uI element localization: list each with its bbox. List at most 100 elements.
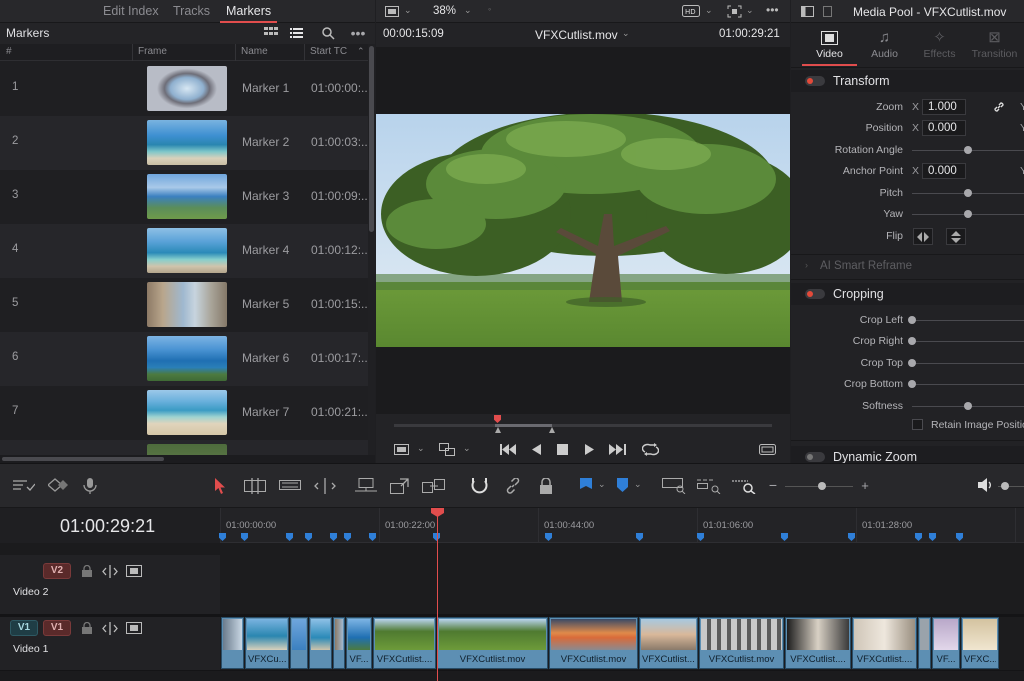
transform-section-header[interactable]: Transform [791,70,1024,92]
tab-transition[interactable]: ⊠ Transition [967,28,1022,60]
timeline-clip[interactable]: VFXCutlist.... [639,617,698,669]
transform-toggle[interactable] [805,76,825,86]
list-item[interactable]: 1 Marker 1 01:00:00:... [0,62,368,116]
insert-clip-icon[interactable] [355,478,377,494]
flip-horizontal-button[interactable] [913,228,933,245]
track-v1-lane[interactable]: VFXCu... VF... VFXCutlist.... VFXCutlist… [220,617,1024,671]
match-frame-icon[interactable] [438,442,456,456]
timeline-marker[interactable] [956,533,963,541]
timeline-zoom-knob[interactable] [818,482,826,490]
track-badge-v1[interactable]: V1 [43,620,71,636]
zoom-full-icon[interactable] [662,478,686,495]
zoom-in-icon[interactable]: + [859,478,871,493]
chevron-down-icon[interactable]: ⌄ [464,5,472,16]
timeline-marker[interactable] [848,533,855,541]
tab-effects[interactable]: ✧ Effects [912,28,967,60]
link-icon[interactable] [992,100,1006,114]
source-badge-v1[interactable]: V1 [10,620,38,636]
retain-image-checkbox[interactable] [912,419,923,430]
timeline-clip[interactable]: VFXCu... [245,617,289,669]
more-options-icon[interactable]: ••• [349,25,367,41]
pitch-slider-knob[interactable] [964,189,972,197]
track-enable-icon[interactable] [126,564,142,578]
scrub-playhead[interactable] [494,415,501,423]
zoom-x-field[interactable]: 1.000 [922,99,966,115]
lock-icon[interactable] [81,621,93,635]
timeline-marker[interactable] [781,533,788,541]
chevron-down-icon[interactable]: ⌄ [746,5,754,16]
chevron-down-icon[interactable]: ⌄ [417,443,425,454]
hd-output-icon[interactable]: HD [682,5,700,17]
smart-reframe-label[interactable]: AI Smart Reframe [820,260,912,272]
timeline-ruler[interactable]: 01:00:00:00 01:00:22:00 01:00:44:00 01:0… [219,508,1024,543]
marker-icon[interactable] [617,478,635,494]
timeline-marker[interactable] [305,533,312,541]
list-view-icon[interactable] [288,26,304,40]
crop-left-slider[interactable] [912,320,1024,321]
chevron-down-icon[interactable]: ⌄ [404,5,412,16]
timeline-clip[interactable] [918,617,931,669]
track-enable-icon[interactable] [126,621,142,635]
col-start-tc[interactable]: Start TC [310,46,347,57]
timeline-options-icon[interactable] [13,478,36,494]
in-point-marker[interactable] [495,427,501,433]
trim-edit-icon[interactable] [244,478,266,494]
timeline-clip[interactable]: VFXCutlist.... [785,617,851,669]
grid-view-icon[interactable] [263,26,279,40]
tab-edit-index[interactable]: Edit Index [103,4,159,18]
search-icon[interactable] [320,25,336,41]
chevron-down-icon[interactable]: ⌄ [463,443,471,454]
timeline-clip[interactable]: VF... [932,617,960,669]
lock-icon[interactable] [81,564,93,578]
inspector-mode-icon[interactable] [800,5,814,17]
timeline-marker[interactable] [697,533,704,541]
loop-icon[interactable] [641,442,659,456]
viewer-canvas[interactable] [376,47,790,414]
zoom-detail-icon[interactable] [697,478,721,495]
yaw-slider-knob[interactable] [964,210,972,218]
cropping-section-header[interactable]: Cropping [791,283,1024,305]
blade-edit-mode-icon[interactable] [47,478,68,494]
list-item[interactable]: 3 Marker 3 01:00:09:... [0,170,368,224]
crop-bottom-slider[interactable] [912,384,1024,385]
out-point-marker[interactable] [549,427,555,433]
list-item[interactable]: 6 Marker 6 01:00:17:... [0,332,368,386]
chevron-down-icon[interactable]: ⌄ [634,479,642,490]
viewer-clip-name[interactable]: VFXCutlist.mov [535,28,618,42]
chevron-down-icon[interactable]: ⌄ [622,28,630,39]
list-item[interactable]: 5 Marker 5 01:00:15:... [0,278,368,332]
col-number[interactable]: # [6,46,12,57]
timeline-marker[interactable] [241,533,248,541]
auto-select-icon[interactable] [102,621,118,635]
list-item[interactable]: 7 Marker 7 01:00:21:... [0,386,368,440]
replace-clip-icon[interactable] [422,478,445,494]
overwrite-clip-icon[interactable] [390,478,409,494]
auto-select-icon[interactable] [102,564,118,578]
zoom-custom-icon[interactable] [732,478,756,495]
timeline-marker[interactable] [636,533,643,541]
marker-list-hscrollbar[interactable] [0,455,375,463]
timeline-clip[interactable] [221,617,244,669]
zoom-level[interactable]: 38% [433,5,456,17]
timeline-marker[interactable] [545,533,552,541]
timeline-clip[interactable]: VFXC... [961,617,999,669]
tab-tracks[interactable]: Tracks [173,4,210,18]
scrub-bar[interactable] [394,424,772,427]
snapping-icon[interactable] [471,478,489,494]
microphone-icon[interactable] [83,478,101,494]
track-v2-lane[interactable] [220,555,1024,615]
play-icon[interactable] [583,443,595,455]
col-frame[interactable]: Frame [138,46,167,57]
softness-knob[interactable] [964,402,972,410]
timeline-clip[interactable]: VFXCutlist.... [373,617,436,669]
flag-icon[interactable] [580,478,598,494]
timeline-clip[interactable]: VFXCutlist.mov [437,617,548,669]
tab-video[interactable]: Video [802,28,857,60]
crop-bottom-knob[interactable] [908,380,916,388]
dynamic-zoom-section-header[interactable]: Dynamic Zoom [791,446,1024,463]
timeline-clip[interactable] [309,617,332,669]
selection-mode-icon[interactable] [214,478,232,494]
flip-vertical-button[interactable] [946,228,966,245]
play-reverse-icon[interactable] [530,443,542,455]
playhead[interactable] [437,508,438,681]
